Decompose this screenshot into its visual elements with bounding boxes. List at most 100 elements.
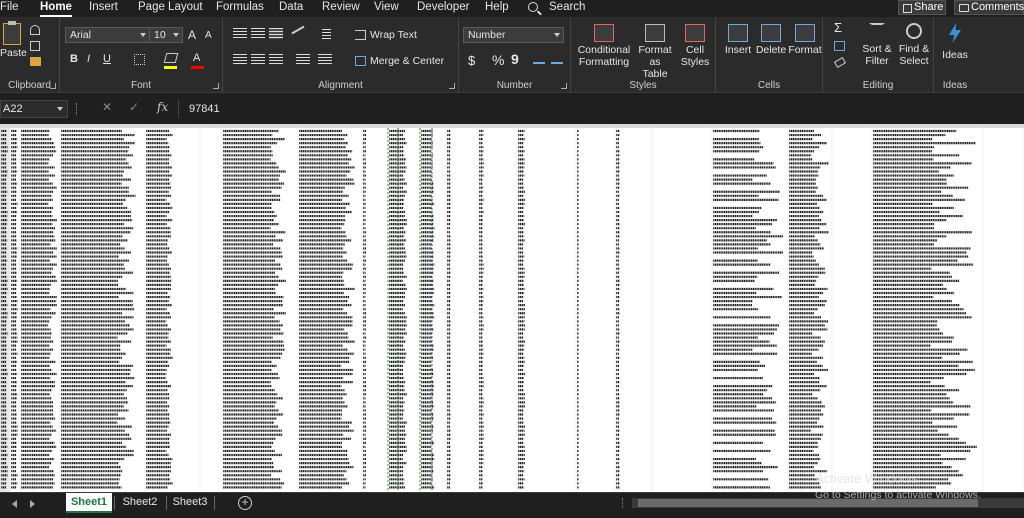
underline-button[interactable]: U: [103, 53, 111, 65]
tab-data[interactable]: Data: [279, 0, 303, 17]
decrease-decimal-icon[interactable]: [551, 55, 563, 64]
tab-page-layout[interactable]: Page Layout: [138, 0, 203, 17]
scroll-left-icon[interactable]: [12, 500, 17, 508]
bold-button[interactable]: B: [70, 53, 78, 65]
tab-file[interactable]: File: [0, 0, 19, 17]
dialog-launcher-icon[interactable]: [213, 83, 219, 89]
cells-group: Insert Delete Format Cells: [716, 17, 823, 93]
insert-cells-button[interactable]: Insert: [722, 24, 754, 56]
paste-button[interactable]: Paste: [0, 21, 27, 59]
number-group-label: Number: [459, 80, 570, 91]
clear-icon[interactable]: [833, 56, 847, 69]
format-cells-button[interactable]: Format: [788, 24, 822, 56]
cell-styles-button[interactable]: Cell Styles: [677, 24, 713, 68]
comma-style-button[interactable]: 9: [511, 51, 519, 67]
format-as-table-button[interactable]: Format as Table: [633, 24, 677, 80]
font-color-button[interactable]: A: [193, 52, 200, 64]
alignment-group-label: Alignment: [223, 80, 458, 91]
sheet-tab-2[interactable]: Sheet2: [116, 493, 164, 513]
font-name-select[interactable]: Arial: [65, 27, 150, 43]
formula-input[interactable]: 97841: [178, 100, 1024, 118]
cancel-icon[interactable]: ✕: [102, 100, 112, 114]
align-left-icon[interactable]: [233, 54, 247, 65]
shrink-font-button[interactable]: A: [205, 30, 212, 41]
conditional-formatting-button[interactable]: Conditional Formatting: [575, 24, 633, 68]
font-size-select[interactable]: 10: [149, 27, 183, 43]
align-top-icon[interactable]: [233, 28, 247, 39]
tab-split-grip[interactable]: [622, 498, 624, 508]
delete-cells-button[interactable]: Delete: [754, 24, 788, 56]
percent-button[interactable]: %: [492, 52, 504, 68]
menu-bar: File Home Insert Page Layout Formulas Da…: [0, 0, 1024, 17]
column-header-strip[interactable]: [0, 124, 1024, 128]
tab-view[interactable]: View: [374, 0, 399, 17]
dialog-launcher-icon[interactable]: [561, 83, 567, 89]
cell-styles-icon: [685, 24, 705, 42]
scroll-right-icon[interactable]: [30, 500, 35, 508]
format-painter-icon[interactable]: [30, 57, 41, 66]
decrease-indent-icon[interactable]: [296, 54, 310, 65]
tab-review[interactable]: Review: [322, 0, 360, 17]
cut-icon[interactable]: [30, 25, 40, 35]
font-group: Arial 10 A A B I U A Font: [60, 17, 223, 93]
insert-function-button[interactable]: fx: [157, 100, 168, 114]
insert-cells-icon: [728, 24, 748, 42]
worksheet-grid[interactable]: [0, 124, 1024, 492]
sheet-tab-3[interactable]: Sheet3: [168, 493, 212, 513]
fill-icon[interactable]: [834, 41, 845, 51]
tab-insert[interactable]: Insert: [89, 0, 118, 17]
orientation-icon[interactable]: [291, 25, 305, 35]
tab-help[interactable]: Help: [485, 0, 509, 17]
currency-button[interactable]: $: [468, 53, 475, 68]
tell-me-search[interactable]: Search: [528, 0, 585, 14]
copy-icon[interactable]: [30, 41, 40, 51]
tab-developer[interactable]: Developer: [417, 0, 469, 17]
increase-decimal-icon[interactable]: [533, 55, 545, 64]
clipboard-icon: [3, 21, 21, 45]
increase-indent-icon[interactable]: [318, 54, 332, 65]
grow-font-button[interactable]: A: [188, 28, 196, 42]
ideas-button[interactable]: Ideas: [936, 23, 974, 61]
chevron-down-icon[interactable]: [57, 107, 63, 111]
cells-canvas[interactable]: [0, 124, 1024, 492]
fill-color-icon[interactable]: [163, 53, 179, 63]
editing-group: Σ Sort & Filter Find & Select Editing: [823, 17, 934, 93]
indent-icon[interactable]: [322, 29, 331, 40]
clipboard-group: Paste Clipboard: [0, 17, 60, 93]
plus-circle-icon[interactable]: +: [238, 496, 252, 510]
tab-home[interactable]: Home: [40, 0, 72, 17]
dialog-launcher-icon[interactable]: [50, 83, 56, 89]
font-group-label: Font: [60, 80, 222, 91]
number-group: Number $ % 9 Number: [459, 17, 571, 93]
share-button[interactable]: Share: [898, 0, 946, 15]
dialog-launcher-icon[interactable]: [449, 83, 455, 89]
sort-filter-icon: [869, 23, 885, 39]
ideas-group: Ideas Ideas: [934, 17, 976, 93]
comments-button[interactable]: Comments: [954, 0, 1024, 15]
wrap-text-button[interactable]: Wrap Text: [355, 28, 417, 42]
font-color-bar: [191, 66, 204, 69]
enter-icon[interactable]: ✓: [129, 100, 139, 114]
wrap-text-icon: [355, 30, 366, 40]
ideas-group-label: Ideas: [942, 80, 968, 91]
align-middle-icon[interactable]: [251, 28, 265, 39]
tab-divider: [214, 496, 215, 510]
align-bottom-icon[interactable]: [269, 28, 283, 39]
autosum-button[interactable]: Σ: [834, 20, 842, 35]
sort-filter-button[interactable]: Sort & Filter: [859, 23, 895, 67]
activation-watermark-subtitle: Go to Settings to activate Windows.: [815, 489, 981, 501]
formula-bar-grip[interactable]: [76, 103, 78, 115]
merge-center-button[interactable]: Merge & Center: [355, 54, 444, 68]
conditional-formatting-icon: [594, 24, 614, 42]
find-select-button[interactable]: Find & Select: [895, 23, 933, 67]
align-center-icon[interactable]: [251, 54, 265, 65]
format-cells-icon: [795, 24, 815, 42]
align-right-icon[interactable]: [269, 54, 283, 65]
tab-formulas[interactable]: Formulas: [216, 0, 264, 17]
borders-icon[interactable]: [134, 54, 145, 65]
italic-button[interactable]: I: [87, 53, 90, 65]
alignment-group: Wrap Text Merge & Center Alignment: [223, 17, 459, 93]
sheet-tab-1[interactable]: Sheet1: [66, 493, 112, 513]
name-box[interactable]: A22: [0, 100, 68, 118]
number-format-select[interactable]: Number: [463, 27, 564, 43]
